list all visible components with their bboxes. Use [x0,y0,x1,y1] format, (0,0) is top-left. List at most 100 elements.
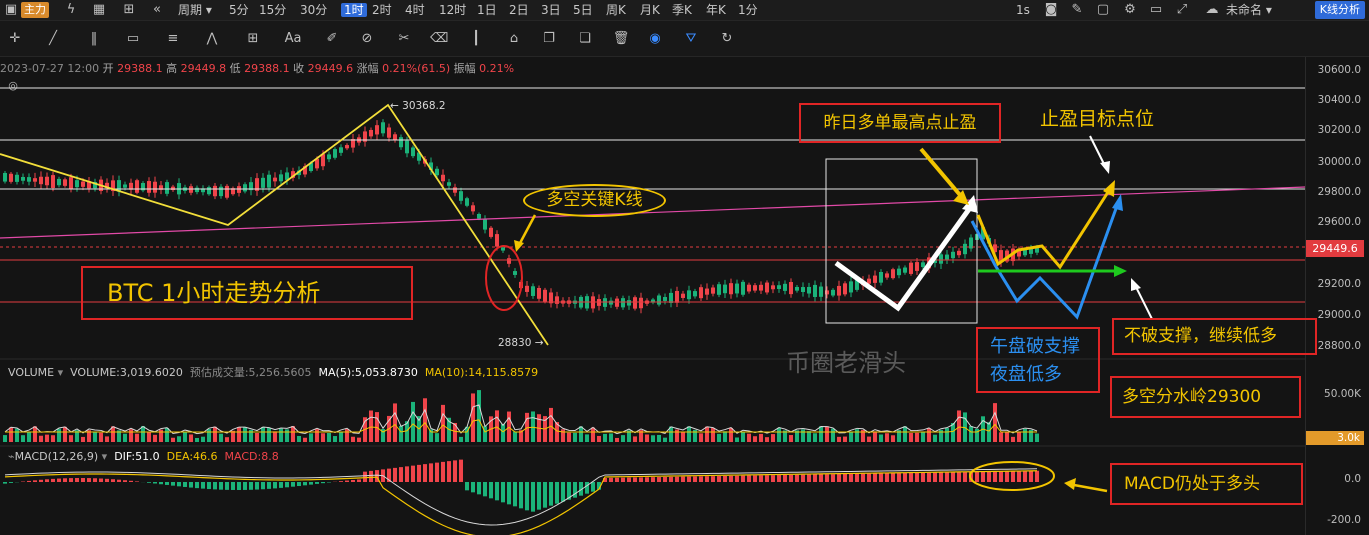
macd-bar [279,482,283,488]
volume-bar [393,403,397,442]
candle-body [15,174,19,182]
macd-bar [627,477,631,482]
rectangle-icon[interactable]: ▭ [124,30,142,48]
brush-icon[interactable]: ✐ [323,30,341,48]
interval-6[interactable]: 12时 [439,3,466,17]
volume-bar [657,434,661,442]
candle-tool-icon[interactable]: ┃ [467,30,485,48]
macd-bar [903,472,907,482]
cloud-icon[interactable]: ☁ [1203,1,1221,19]
sidebar-toggle-icon[interactable]: ▣ [2,1,20,19]
candle-body [507,258,511,264]
candle-body [699,287,703,299]
volume-bar [159,429,163,442]
macd-bar [171,482,175,486]
volume-bar [993,403,997,442]
window-icon[interactable]: ▢ [1094,1,1112,19]
ruler-icon[interactable]: ✂ [395,30,413,48]
interval-15[interactable]: 1分 [738,3,758,17]
fullscreen-icon[interactable]: ⤢ [1173,1,1191,19]
volume-bar [51,435,55,442]
interval-2[interactable]: 30分 [300,3,327,17]
interval-3[interactable]: 1时 [341,3,367,17]
wave-icon[interactable]: ⋀ [203,30,221,48]
volume-bar [741,432,745,442]
speed-selector[interactable]: 1s [1016,3,1030,17]
volume-bar [825,426,829,442]
trash-icon[interactable]: 🗑 [612,30,630,48]
kline-analysis-button[interactable]: K线分析 [1314,1,1365,19]
candle-body [615,298,619,307]
candle-body [387,127,391,138]
macd-bar [945,472,949,482]
refresh-icon[interactable]: ↻ [718,30,736,48]
edit-icon[interactable]: ✎ [1068,1,1086,19]
clone-icon[interactable]: ❏ [576,30,594,48]
rewind-icon[interactable]: « [148,1,166,19]
grid-icon[interactable]: ⊞ [120,1,138,19]
price-axis[interactable]: 30600.0 30400.0 30200.0 30000.0 29800.0 29600… [1305,57,1369,535]
interval-8[interactable]: 2日 [509,3,529,17]
volume-bar [1035,433,1039,442]
settings-icon[interactable]: ⚙ [1121,1,1139,19]
interval-13[interactable]: 季K [672,3,692,17]
candle-body [405,140,409,154]
candle-body [609,300,613,305]
interval-0[interactable]: 5分 [229,3,249,17]
screen-icon[interactable]: ▭ [1147,1,1165,19]
macd-bar [765,475,769,482]
interval-7[interactable]: 1日 [477,3,497,17]
volume-bar [501,424,505,442]
magnet-icon[interactable]: ◉ [646,30,664,48]
macd-axis-neg: -200.0 [1327,514,1361,526]
take-profit-yesterday-label: 昨日多单最高点止盈 [799,103,1001,143]
fib-icon[interactable]: ≡ [164,30,182,48]
candle-body [741,281,745,295]
macd-bar [159,482,163,485]
macd-bar [249,482,253,490]
volume-bar [855,429,859,442]
macd-bar [303,482,307,486]
macd-bar [537,482,541,510]
macd-bar [771,475,775,482]
macd-bar [273,482,277,489]
interval-12[interactable]: 月K [640,3,660,17]
macd-bar [9,482,13,483]
filter-icon[interactable]: ⛛ [682,30,700,48]
volume-bar [729,427,733,442]
camera-icon[interactable]: ◙ [1042,1,1060,19]
lock-icon[interactable]: ⌂ [505,30,523,48]
crosshair-icon[interactable]: ✛ [6,30,24,48]
macd-bar [759,475,763,482]
price-tick-1: 30400.0 [1317,94,1361,106]
pattern-icon[interactable]: ⊘ [358,30,376,48]
interval-5[interactable]: 4时 [405,3,425,17]
macd-bar [741,475,745,482]
candle-body [711,287,715,294]
text-tool-icon[interactable]: Aa [284,30,302,48]
interval-9[interactable]: 3日 [541,3,561,17]
volume-bar [9,427,13,442]
interval-1[interactable]: 15分 [259,3,286,17]
candle-body [45,176,49,186]
eraser-icon[interactable]: ⌫ [430,30,448,48]
yellow-projection-path [976,188,1112,270]
period-dropdown[interactable]: 周期 ▾ [178,3,212,17]
main-badge[interactable]: 主力 [21,2,49,18]
volume-bar [531,411,535,442]
lightning-icon[interactable]: ϟ [62,1,80,19]
macd-bar [657,477,661,482]
interval-10[interactable]: 5日 [573,3,593,17]
macd-histogram [3,459,1039,512]
green-arrowhead [1114,265,1127,277]
layout-name[interactable]: 未命名 ▾ [1226,3,1272,17]
parallel-lines-icon[interactable]: ‖ [85,30,103,48]
trendline-icon[interactable]: ╱ [44,30,62,48]
interval-11[interactable]: 周K [606,3,626,17]
copy-icon[interactable]: ❐ [540,30,558,48]
measure-icon[interactable]: ⊞ [244,30,262,48]
interval-4[interactable]: 2时 [372,3,392,17]
calendar-icon[interactable]: ▦ [90,1,108,19]
candle-body [771,285,775,290]
interval-14[interactable]: 年K [706,3,726,17]
